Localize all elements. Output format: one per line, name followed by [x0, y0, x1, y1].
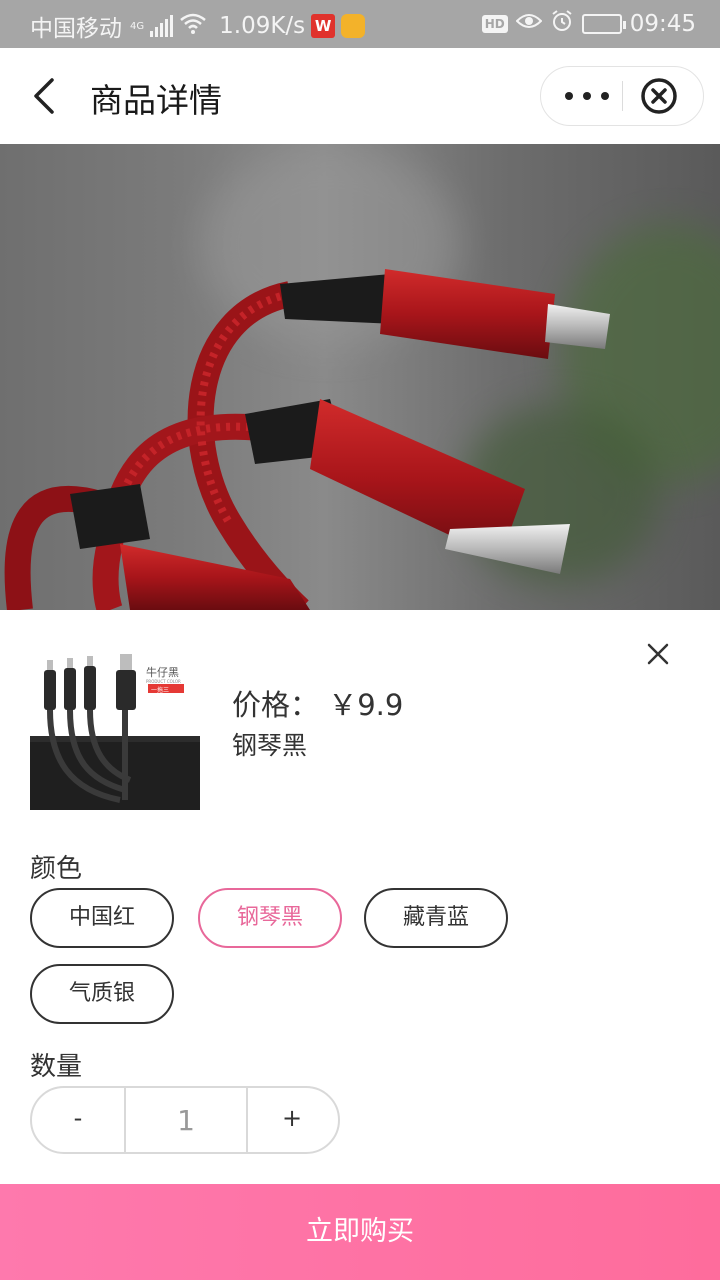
quantity-increase-button[interactable]: + [246, 1088, 338, 1152]
notification-app-icon [341, 14, 366, 38]
quantity-stepper: - 1 + [30, 1086, 340, 1154]
wps-app-icon: W [311, 14, 336, 38]
chevron-left-icon [34, 78, 54, 114]
color-option-red[interactable]: 中国红 [30, 888, 174, 948]
charging-cable-illustration [4, 269, 610, 610]
color-option-navy[interactable]: 藏青蓝 [364, 888, 508, 948]
product-hero-image [0, 144, 720, 610]
status-bar-left: 中国移动 4G 1.09K/s W [30, 9, 366, 43]
sheet-close-button[interactable] [640, 636, 676, 672]
color-section-label: 颜色 [30, 854, 83, 884]
thumbnail-tag-badge: 一拖三 [151, 687, 170, 694]
buy-now-button[interactable]: 立即购买 [0, 1184, 720, 1280]
spec-selection-sheet: 牛仔黑 PRODUCT COLOR 一拖三 价格： ￥9.9 钢琴黑 颜色 中国… [0, 610, 720, 1280]
hd-icon: HD [481, 15, 508, 33]
back-button[interactable] [22, 74, 66, 118]
thumbnail-tag-title: 牛仔黑 [146, 666, 179, 679]
miniprogram-capsule [540, 66, 704, 126]
color-option-silver[interactable]: 气质银 [30, 964, 174, 1024]
signal-icon [150, 15, 174, 37]
more-button[interactable] [557, 67, 617, 125]
status-bar: 中国移动 4G 1.09K/s W HD 09:45 [0, 0, 720, 48]
wifi-icon [179, 12, 207, 40]
thumbnail-tag-subtitle: PRODUCT COLOR [146, 679, 181, 684]
alarm-icon [550, 9, 574, 39]
page-title: 商品详情 [90, 81, 222, 120]
selected-color-text: 钢琴黑 [232, 731, 308, 760]
carrier-label: 中国移动 [30, 16, 122, 42]
close-miniprogram-button[interactable] [639, 76, 679, 116]
price-text: 价格： ￥9.9 [232, 688, 404, 722]
quantity-decrease-button[interactable]: - [32, 1088, 124, 1152]
circle-close-icon [641, 78, 677, 114]
battery-icon [581, 14, 626, 34]
capsule-divider [622, 81, 623, 111]
close-x-icon [647, 643, 669, 665]
network-type-label: 4G [130, 20, 145, 32]
color-option-black[interactable]: 钢琴黑 [198, 888, 342, 948]
product-thumbnail: 牛仔黑 PRODUCT COLOR 一拖三 [30, 650, 200, 810]
more-dots-icon [565, 92, 609, 100]
clock-time: 09:45 [629, 11, 696, 37]
status-bar-right: HD 09:45 [481, 9, 696, 39]
network-speed-label: 1.09K/s [219, 13, 306, 39]
quantity-input[interactable]: 1 [124, 1088, 248, 1152]
quantity-section-label: 数量 [30, 1052, 83, 1082]
eye-icon [515, 11, 543, 37]
navigation-bar: 商品详情 [0, 48, 720, 144]
